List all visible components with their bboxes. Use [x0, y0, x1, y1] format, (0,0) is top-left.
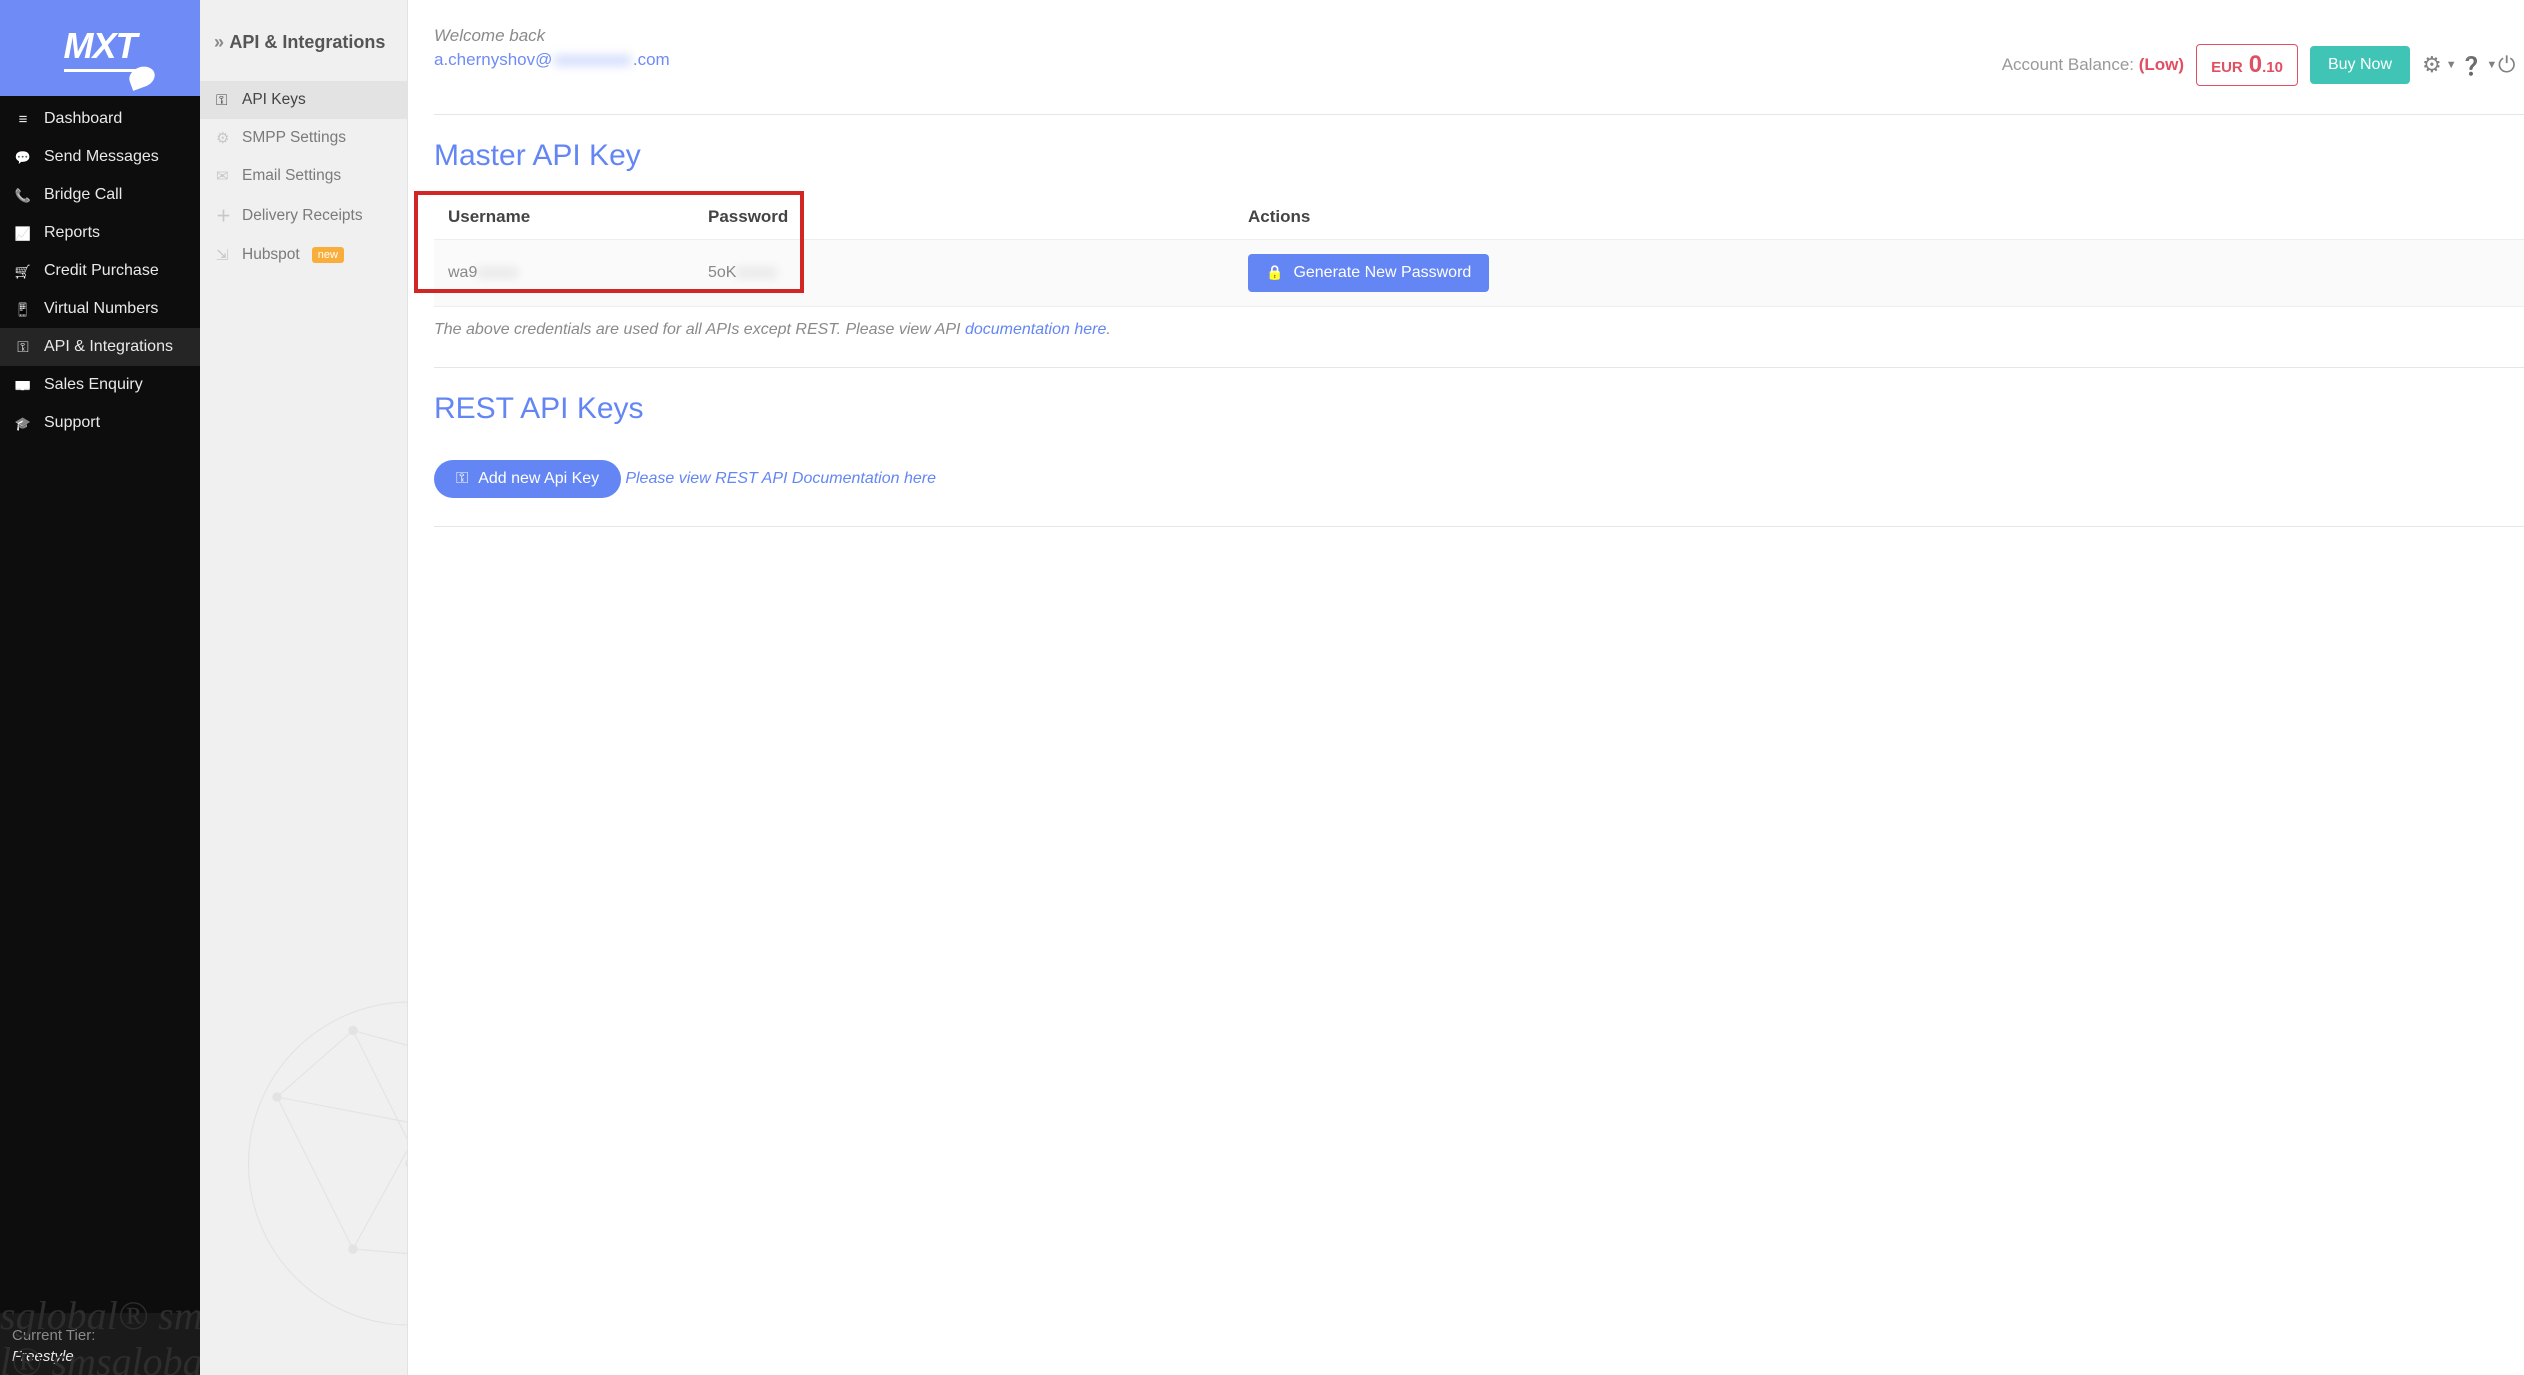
sub-nav: API Keys SMPP Settings Email Settings De…	[200, 81, 407, 274]
help-menu-button[interactable]: ▼	[2460, 52, 2486, 78]
power-icon	[2498, 52, 2515, 78]
subnav-smpp-settings[interactable]: SMPP Settings	[200, 119, 407, 157]
chart-icon	[14, 225, 32, 242]
plus-circle-icon	[216, 205, 232, 226]
top-right-controls: Account Balance: (Low) EUR 0.10 Buy Now …	[2002, 26, 2524, 86]
buy-now-button[interactable]: Buy Now	[2310, 46, 2410, 84]
api-key-row: wa9xxxxx 5oKxxxxx Generate New Password	[434, 240, 2524, 307]
nav-label: Bridge Call	[44, 186, 122, 204]
settings-menu-button[interactable]: ▼	[2422, 52, 2448, 78]
balance-label: Account Balance: (Low)	[2002, 55, 2184, 75]
user-email[interactable]: a.chernyshov@xxxxxxxxx.com	[434, 50, 670, 70]
balance-currency: EUR	[2211, 59, 2243, 76]
main-nav: Dashboard Send Messages Bridge Call Repo…	[0, 96, 200, 442]
nav-label: Credit Purchase	[44, 262, 159, 280]
nav-label: Support	[44, 414, 100, 432]
tier-value: Freestyle	[12, 1348, 188, 1365]
phone-out-icon	[14, 187, 32, 204]
divider	[434, 114, 2524, 115]
generate-password-label: Generate New Password	[1293, 264, 1471, 282]
help-icon	[2460, 52, 2482, 78]
api-documentation-link[interactable]: documentation here	[965, 321, 1106, 338]
nav-label: Virtual Numbers	[44, 300, 158, 318]
nav-label: Sales Enquiry	[44, 376, 143, 394]
sub-sidebar-title: » API & Integrations	[200, 0, 407, 81]
welcome-block: Welcome back a.chernyshov@xxxxxxxxx.com	[434, 26, 670, 70]
add-api-key-label: Add new Api Key	[478, 470, 599, 488]
sub-title-text: API & Integrations	[229, 32, 385, 52]
col-password: Password	[694, 195, 1234, 240]
cell-username: wa9xxxxx	[434, 240, 694, 307]
lock-icon	[1266, 264, 1283, 282]
bars-icon	[14, 111, 32, 128]
subnav-delivery-receipts[interactable]: Delivery Receipts	[200, 195, 407, 236]
subnav-label: SMPP Settings	[242, 129, 346, 147]
nav-send-messages[interactable]: Send Messages	[0, 138, 200, 176]
sub-sidebar: » API & Integrations API Keys SMPP Setti…	[200, 0, 408, 1375]
nav-label: API & Integrations	[44, 338, 173, 356]
subnav-label: API Keys	[242, 91, 306, 109]
caret-down-icon: ▼	[2446, 59, 2457, 71]
comment-icon	[14, 149, 32, 166]
nav-support[interactable]: Support	[0, 404, 200, 442]
brand-logo[interactable]: MXT	[0, 0, 200, 96]
gear-icon	[2422, 52, 2442, 78]
hubspot-icon	[216, 246, 232, 264]
divider	[434, 367, 2524, 368]
nav-label: Dashboard	[44, 110, 122, 128]
nav-sales-enquiry[interactable]: Sales Enquiry	[0, 366, 200, 404]
gear-icon	[216, 129, 232, 147]
phone-icon	[14, 301, 32, 318]
main-sidebar: MXT Dashboard Send Messages Bridge Call …	[0, 0, 200, 1375]
nav-api-integrations[interactable]: API & Integrations	[0, 328, 200, 366]
main-content: Welcome back a.chernyshov@xxxxxxxxx.com …	[408, 0, 2524, 1375]
nav-label: Send Messages	[44, 148, 159, 166]
rest-documentation-link[interactable]: Please view REST API Documentation here	[625, 470, 936, 488]
cell-password: 5oKxxxxx	[694, 240, 1234, 307]
subnav-label: Hubspot	[242, 246, 300, 264]
subnav-hubspot[interactable]: Hubspot new	[200, 236, 407, 274]
balance-amount: EUR 0.10	[2196, 44, 2298, 86]
subnav-api-keys[interactable]: API Keys	[200, 81, 407, 119]
master-api-table: Username Password Actions wa9xxxxx 5oKxx…	[434, 195, 2524, 307]
col-actions: Actions	[1234, 195, 2524, 240]
chevron-right-icon: »	[214, 32, 221, 52]
key-icon	[456, 470, 468, 488]
master-api-title: Master API Key	[434, 139, 2524, 173]
nav-dashboard[interactable]: Dashboard	[0, 100, 200, 138]
generate-password-button[interactable]: Generate New Password	[1248, 254, 1489, 292]
mail-icon	[216, 167, 232, 185]
key-icon	[216, 92, 232, 109]
logout-button[interactable]	[2498, 52, 2524, 78]
cart-icon	[14, 263, 32, 280]
col-username: Username	[434, 195, 694, 240]
caret-down-icon: ▼	[2486, 59, 2497, 71]
nav-virtual-numbers[interactable]: Virtual Numbers	[0, 290, 200, 328]
decorative-network-icon	[220, 875, 408, 1375]
master-api-note: The above credentials are used for all A…	[434, 321, 2524, 339]
tier-box: Current Tier: Freestyle	[0, 1313, 200, 1375]
divider	[434, 526, 2524, 527]
subnav-label: Email Settings	[242, 167, 341, 185]
nav-reports[interactable]: Reports	[0, 214, 200, 252]
grad-icon	[14, 415, 32, 432]
rest-api-title: REST API Keys	[434, 392, 2524, 426]
tier-label: Current Tier:	[12, 1327, 188, 1344]
nav-bridge-call[interactable]: Bridge Call	[0, 176, 200, 214]
subnav-label: Delivery Receipts	[242, 207, 363, 225]
logo-text: MXT	[64, 25, 137, 72]
master-api-table-wrap: Username Password Actions wa9xxxxx 5oKxx…	[434, 195, 2524, 307]
add-api-key-button[interactable]: Add new Api Key	[434, 460, 621, 498]
welcome-text: Welcome back	[434, 26, 545, 45]
key-icon	[14, 339, 32, 356]
money-icon	[14, 377, 32, 394]
new-badge: new	[312, 247, 344, 263]
top-bar: Welcome back a.chernyshov@xxxxxxxxx.com …	[434, 26, 2524, 86]
balance-low-badge: (Low)	[2139, 55, 2184, 74]
cell-actions: Generate New Password	[1234, 240, 2524, 307]
nav-credit-purchase[interactable]: Credit Purchase	[0, 252, 200, 290]
nav-label: Reports	[44, 224, 100, 242]
subnav-email-settings[interactable]: Email Settings	[200, 157, 407, 195]
